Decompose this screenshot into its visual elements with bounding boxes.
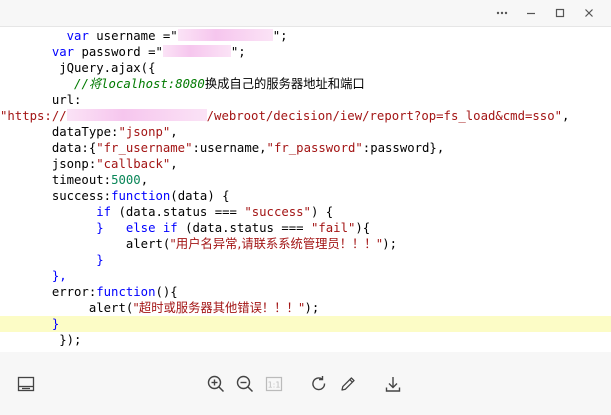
redacted-mask — [162, 45, 231, 57]
code-token: ); — [382, 237, 398, 251]
code-line: alert("用户名异常,请联系系统管理员！！！"); — [0, 236, 611, 252]
code-token: , — [140, 173, 149, 187]
code-token: var — [66, 29, 89, 43]
code-token: "超时或服务器其他错误！！！" — [133, 301, 305, 315]
code-token: (){ — [155, 285, 178, 299]
code-token: username =" — [88, 29, 178, 43]
code-token: "callback" — [96, 157, 171, 171]
code-token: alert( — [0, 237, 171, 251]
rotate-icon[interactable] — [307, 372, 331, 396]
more-icon[interactable] — [493, 4, 511, 22]
code-token: alert( — [0, 301, 134, 315]
code-token: , — [170, 157, 178, 171]
title-bar — [0, 0, 611, 26]
code-token: (data) { — [170, 189, 230, 203]
code-token: , — [562, 109, 570, 123]
code-line: success:function(data) { — [0, 188, 611, 204]
code-token: //将 — [74, 77, 102, 91]
code-token: "; — [230, 45, 246, 59]
zoom-out-icon[interactable] — [233, 372, 257, 396]
code-token: :password}, — [362, 141, 445, 155]
code-token: "success" — [244, 205, 311, 219]
code-line: //将localhost:8080换成自己的服务器地址和端口 — [0, 76, 611, 92]
code-token: function — [111, 189, 171, 203]
code-token: :username, — [192, 141, 267, 155]
code-line: }, — [0, 268, 611, 284]
code-line: "https:// /webroot/decision/iew/report?op… — [0, 108, 611, 124]
code-line: timeout:5000, — [0, 172, 611, 188]
code-line: alert("超时或服务器其他错误！！！"); — [0, 300, 611, 316]
code-token: "jsonp" — [118, 125, 171, 139]
code-line: jsonp:"callback", — [0, 156, 611, 172]
code-line: if (data.status === "success") { — [0, 204, 611, 220]
code-line: dataType:"jsonp", — [0, 124, 611, 140]
edit-pencil-icon[interactable] — [336, 372, 360, 396]
code-token: , — [170, 125, 178, 139]
code-token: if — [96, 205, 112, 219]
code-token: error: — [0, 285, 97, 299]
code-token: "用户名异常,请联系系统管理员！！！" — [170, 237, 383, 251]
code-token: ); — [304, 301, 320, 315]
code-token: 换成自己的服务器地址和端口 — [204, 77, 365, 91]
code-token: } — [0, 253, 104, 267]
code-line: } else if (data.status === "fail"){ — [0, 220, 611, 236]
code-token: localhost:8080 — [101, 77, 205, 91]
code-line: } — [0, 252, 611, 268]
code-line: var username =" "; — [0, 28, 611, 44]
code-token: "fr_username" — [96, 141, 193, 155]
code-token: "https:// — [0, 109, 67, 123]
code-token: (data.status === — [177, 221, 311, 235]
code-token: } — [0, 317, 60, 331]
close-icon[interactable] — [580, 4, 598, 22]
code-token: data:{ — [0, 141, 97, 155]
code-token: var — [51, 45, 75, 59]
code-token: }); — [0, 333, 82, 347]
code-token: 5000 — [111, 173, 141, 187]
thumbnail-panel-icon[interactable] — [14, 372, 38, 396]
code-token: "fail" — [310, 221, 356, 235]
image-viewport[interactable]: var username =" "; var password =" "; jQue… — [0, 26, 611, 353]
code-line: data:{"fr_username":username,"fr_passwor… — [0, 140, 611, 156]
zoom-in-icon[interactable] — [204, 372, 228, 396]
code-line: error:function(){ — [0, 284, 611, 300]
code-token: } — [0, 221, 126, 235]
code-token: password =" — [74, 45, 163, 59]
code-token: ) { — [310, 205, 334, 219]
code-token: function — [96, 285, 156, 299]
code-token: dataType: — [0, 125, 119, 139]
code-token: else if — [125, 221, 178, 235]
redacted-mask — [177, 29, 273, 41]
code-token: ){ — [355, 221, 371, 235]
code-token: "; — [272, 29, 288, 43]
page-indicator-text: 1:1 — [268, 381, 281, 390]
code-token: timeout: — [0, 173, 112, 187]
code-token: "fr_password" — [266, 141, 363, 155]
code-token: url: — [0, 93, 82, 107]
code-token: success: — [0, 189, 112, 203]
maximize-icon[interactable] — [551, 4, 569, 22]
code-token: /webroot/decision/iew/report?op=fs_load&… — [206, 109, 563, 123]
download-icon[interactable] — [381, 372, 405, 396]
bottom-toolbar: 1:1 — [0, 352, 611, 415]
code-line: }); — [0, 332, 611, 348]
minimize-icon[interactable] — [522, 4, 540, 22]
code-line: var password =" "; — [0, 44, 611, 60]
code-token: }, — [0, 269, 67, 283]
code-line: url: — [0, 92, 611, 108]
code-token: jQuery.ajax({ — [0, 61, 156, 75]
code-line: jQuery.ajax({ — [0, 60, 611, 76]
code-line: } — [0, 316, 611, 332]
actual-size-button[interactable]: 1:1 — [262, 372, 286, 396]
redacted-mask — [66, 109, 207, 121]
code-token: (data.status === — [111, 205, 245, 219]
code-token: jsonp: — [0, 157, 97, 171]
